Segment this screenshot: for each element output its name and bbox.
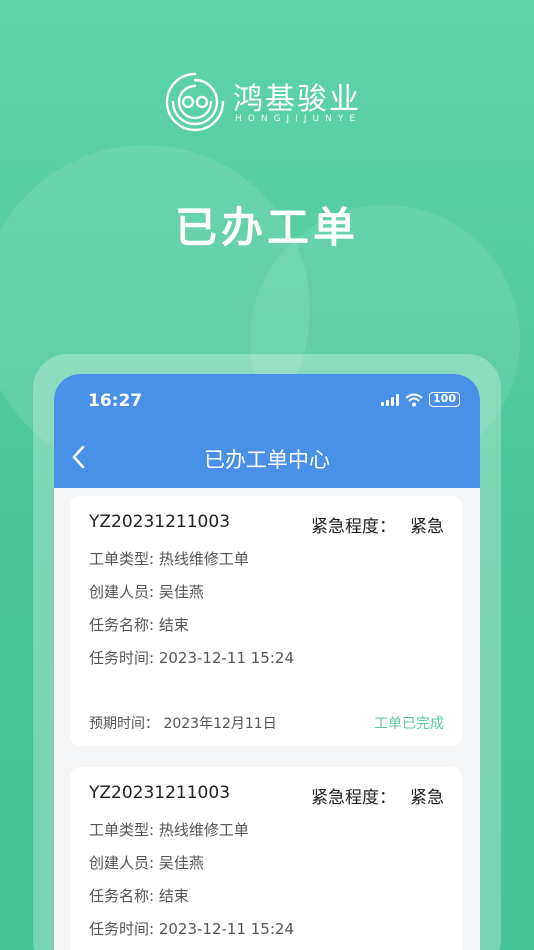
task-time: 任务时间: 2023-12-11 15:24	[89, 649, 294, 667]
status-time: 16:27	[88, 391, 143, 411]
order-id: YZ20231211003	[89, 512, 231, 532]
brand-subtitle: HONGJIJUNYE	[235, 114, 362, 124]
app-header: 16:27 100 已办工单中心	[54, 374, 480, 488]
urgency: 紧急程度： 紧急	[311, 783, 444, 808]
task-time: 任务时间: 2023-12-11 15:24	[89, 920, 294, 938]
urgency-label: 紧急程度：	[311, 517, 396, 537]
urgency-value: 紧急	[410, 517, 444, 537]
urgency: 紧急程度： 紧急	[311, 512, 444, 537]
brand-logo: 鸿基骏业 HONGJIJUNYE	[163, 70, 373, 134]
urgency-label: 紧急程度：	[311, 788, 396, 808]
order-id: YZ20231211003	[89, 783, 231, 803]
brand-name: 鸿基骏业	[233, 82, 361, 117]
status-badge: 工单已完成	[374, 716, 444, 732]
page-title: 已办工单中心	[204, 448, 330, 472]
brand-mark-icon	[165, 72, 225, 132]
order-card[interactable]: YZ20231211003 紧急程度： 紧急 工单类型: 热线维修工单 创建人员:…	[70, 767, 462, 950]
order-type: 工单类型: 热线维修工单	[89, 821, 249, 839]
wifi-icon	[405, 393, 423, 406]
order-creator: 创建人员: 吴佳燕	[89, 583, 204, 601]
signal-icon	[381, 393, 400, 406]
battery-icon: 100	[429, 392, 460, 407]
due-date: 预期时间： 2023年12月11日	[89, 716, 277, 732]
phone-screen: 16:27 100 已办工单中心 YZ20231211003 紧急程度： 紧急 工…	[54, 374, 480, 950]
order-creator: 创建人员: 吴佳燕	[89, 854, 204, 872]
urgency-value: 紧急	[410, 788, 444, 808]
order-type: 工单类型: 热线维修工单	[89, 550, 249, 568]
task-name: 任务名称: 结束	[89, 616, 189, 634]
task-name: 任务名称: 结束	[89, 887, 189, 905]
hero-title: 已办工单	[174, 203, 359, 252]
order-card[interactable]: YZ20231211003 紧急程度： 紧急 工单类型: 热线维修工单 创建人员:…	[70, 496, 462, 746]
status-icons: 100	[381, 392, 460, 407]
